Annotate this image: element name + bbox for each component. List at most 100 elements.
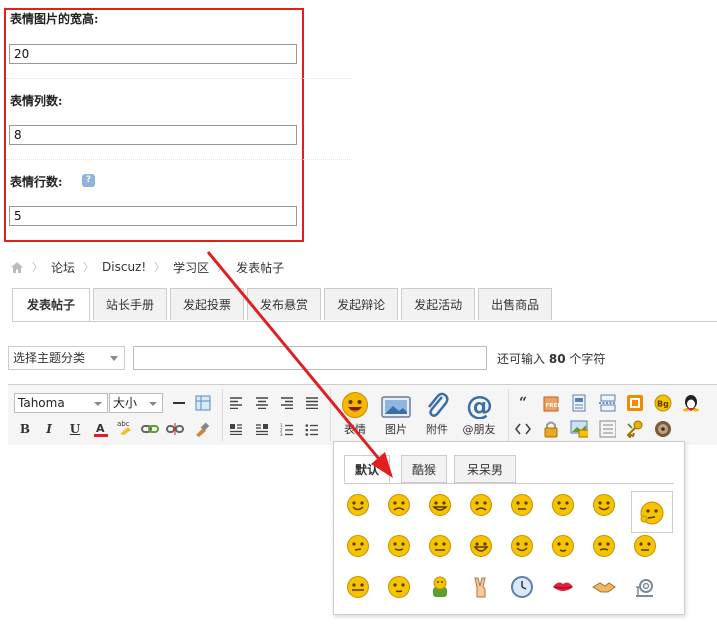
svg-text:3: 3 (280, 432, 283, 436)
emoji-cols-input[interactable] (9, 125, 297, 145)
font-size-select[interactable]: 大小 (109, 393, 163, 413)
emoji-grin-icon[interactable] (428, 493, 452, 517)
emoji-cry-icon[interactable] (469, 493, 493, 517)
emoji-dizzy-icon[interactable] (633, 534, 657, 558)
emoji-button-label: 表情 (344, 423, 366, 436)
link-icon[interactable] (141, 420, 159, 438)
underline-button[interactable]: U (66, 420, 84, 438)
quote-icon[interactable]: “ (514, 394, 532, 412)
emoji-tab-monkey[interactable]: 酷猴 (401, 455, 448, 483)
tab-poll[interactable]: 发起投票 (170, 288, 245, 320)
horizontal-rule-icon[interactable] (170, 394, 188, 412)
emoji-snail-icon[interactable] (633, 575, 657, 599)
emoji-lips-icon[interactable] (551, 575, 575, 599)
unordered-list-icon[interactable] (303, 420, 321, 438)
mention-button[interactable]: @ @朋友 (457, 391, 501, 437)
post-type-tabs: 发表帖子 站长手册 发起投票 发布悬赏 发起辩论 发起活动 出售商品 (12, 288, 555, 322)
chevron-right-icon: 〉 (83, 261, 95, 274)
lock-icon[interactable] (542, 420, 560, 438)
emoji-zipped-icon[interactable] (346, 575, 370, 599)
topic-category-select[interactable]: 选择主题分类 (8, 346, 125, 370)
insert-image-icon[interactable] (570, 420, 588, 438)
float-right-icon[interactable] (253, 420, 271, 438)
emoji-angry-icon[interactable] (510, 493, 534, 517)
emoji-rows-input[interactable] (9, 206, 297, 226)
tab-trade[interactable]: 出售商品 (478, 288, 553, 320)
emoji-bear-icon[interactable] (428, 575, 452, 599)
emoji-bigsmile-icon[interactable] (469, 534, 493, 558)
emoji-shy-icon[interactable] (551, 493, 575, 517)
emoji-sad-icon[interactable] (387, 493, 411, 517)
chevron-right-icon: 〉 (32, 261, 43, 274)
emoji-clock-icon[interactable] (510, 575, 534, 599)
align-center-icon[interactable] (253, 394, 271, 412)
tab-activity[interactable]: 发起活动 (401, 288, 476, 320)
emoji-preview-think-icon (640, 501, 664, 525)
emoji-handshake-icon[interactable] (592, 575, 616, 599)
highlight-icon[interactable]: abc (116, 418, 134, 436)
code-icon[interactable] (514, 420, 532, 438)
hide-icon[interactable] (570, 394, 588, 412)
help-icon[interactable]: ? (82, 174, 95, 187)
music-icon[interactable] (654, 420, 672, 438)
emoji-size-label: 表情图片的宽高: (10, 12, 99, 26)
emoji-glasses-icon[interactable] (551, 534, 575, 558)
emoji-tongue-icon[interactable] (592, 493, 616, 517)
font-family-select[interactable]: Tahoma (14, 393, 108, 413)
background-icon[interactable]: Bg (654, 394, 672, 412)
emoji-sweat-icon[interactable] (592, 534, 616, 558)
bold-button[interactable]: B (16, 420, 34, 438)
emoji-sleepy-icon[interactable] (387, 575, 411, 599)
toolbar-divider (508, 389, 509, 441)
emoji-smile-icon[interactable] (346, 493, 370, 517)
emoji-size-input[interactable] (9, 44, 297, 64)
emoji-blush-icon[interactable] (387, 534, 411, 558)
emoji-tabs-underline (344, 483, 674, 484)
emoji-rows-label: 表情行数: (10, 175, 63, 189)
align-justify-icon[interactable] (303, 394, 321, 412)
breadcrumb-forum[interactable]: 论坛 (51, 259, 75, 276)
divider (6, 159, 352, 160)
image-icon (381, 396, 411, 418)
tab-manual[interactable]: 站长手册 (93, 288, 168, 320)
emoji-peace-icon[interactable] (469, 575, 493, 599)
emoji-button[interactable]: 表情 (333, 391, 377, 437)
tab-debate[interactable]: 发起辩论 (324, 288, 399, 320)
template-icon[interactable] (598, 420, 616, 438)
attachment-button[interactable]: 附件 (415, 391, 459, 437)
free-icon[interactable]: FREE (542, 394, 560, 412)
emoji-think2-icon[interactable] (346, 534, 370, 558)
divider (6, 78, 352, 79)
clear-format-icon[interactable] (193, 420, 211, 438)
ordered-list-icon[interactable]: 123 (278, 420, 296, 438)
page-break-icon[interactable] (598, 394, 616, 412)
tab-new-post[interactable]: 发表帖子 (12, 288, 91, 322)
home-icon[interactable] (10, 261, 24, 274)
chevron-right-icon: 〉 (154, 261, 166, 274)
breadcrumb-discuz[interactable]: Discuz! (102, 260, 146, 274)
float-left-icon[interactable] (227, 420, 245, 438)
breadcrumb-study[interactable]: 学习区 (173, 259, 209, 276)
emoji-annoyed-icon[interactable] (428, 534, 452, 558)
tab-reward[interactable]: 发布悬赏 (247, 288, 322, 320)
emoji-happy-icon[interactable] (510, 534, 534, 558)
emoji-tab-daidainan[interactable]: 呆呆男 (454, 455, 517, 483)
tabs-underline (12, 321, 717, 322)
qq-icon[interactable] (682, 394, 700, 412)
password-icon[interactable] (626, 420, 644, 438)
unlink-icon[interactable] (166, 420, 184, 438)
font-color-icon[interactable]: A (92, 420, 110, 438)
subject-input[interactable] (133, 346, 487, 370)
topic-category-value: 选择主题分类 (13, 351, 86, 365)
toolbar-divider (222, 389, 223, 441)
image-button[interactable]: 图片 (374, 391, 418, 437)
table-icon[interactable] (194, 394, 212, 412)
italic-button[interactable]: I (40, 420, 58, 438)
toolbar-divider (330, 389, 331, 441)
align-right-icon[interactable] (278, 394, 296, 412)
flash-icon[interactable] (626, 394, 644, 412)
emoji-popup: 默认 酷猴 呆呆男 (333, 441, 685, 615)
mention-button-label: @朋友 (462, 423, 496, 436)
align-left-icon[interactable] (227, 394, 245, 412)
emoji-tab-default[interactable]: 默认 (344, 455, 391, 483)
